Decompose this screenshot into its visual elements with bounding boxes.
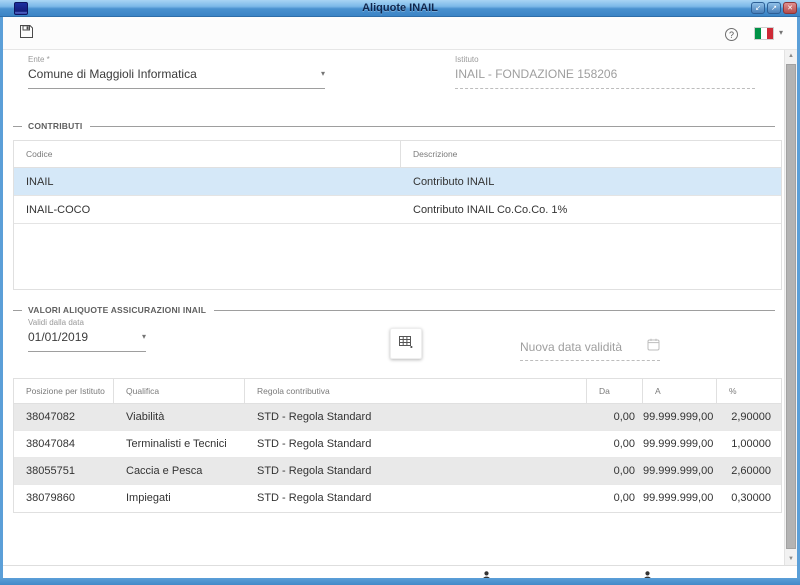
cell-percentuale: 2,90000 — [717, 404, 781, 430]
cell-a: 99.999.999,00 — [643, 431, 717, 457]
cell-regola: STD - Regola Standard — [245, 458, 587, 484]
cell-percentuale: 1,00000 — [717, 431, 781, 457]
cell-a: 99.999.999,00 — [643, 485, 717, 512]
cell-qualifica: Terminalisti e Tecnici — [114, 431, 245, 457]
validi-dalla-data-select[interactable]: Validi dalla data 01/01/2019 ▾ — [28, 318, 146, 352]
validi-value: 01/01/2019 — [28, 330, 88, 344]
app-icon — [14, 2, 28, 15]
help-icon: ? — [725, 28, 738, 41]
vertical-scrollbar[interactable]: ▲ ▼ — [784, 50, 797, 565]
window-controls: ↙ ↗ ✕ — [751, 2, 797, 14]
scroll-up-arrow-icon[interactable]: ▲ — [785, 50, 797, 62]
istituto-field: Istituto INAIL - FONDAZIONE 158206 — [455, 55, 755, 89]
help-button[interactable]: ? — [725, 26, 738, 41]
legend-line — [214, 310, 775, 311]
titlebar: Aliquote INAIL ↙ ↗ ✕ — [0, 0, 800, 17]
table-row-inail[interactable]: INAIL Contributo INAIL — [14, 168, 781, 196]
dropdown-caret-icon: ▾ — [142, 333, 146, 341]
floppy-save-icon — [19, 24, 34, 42]
legend-line — [13, 126, 22, 127]
aliquote-table-header: Posizione per Istituto Qualifica Regola … — [14, 379, 781, 404]
istituto-label: Istituto — [455, 55, 755, 64]
cell-da: 0,00 — [587, 431, 643, 457]
legend-title: VALORI ALIQUOTE ASSICURAZIONI INAIL — [28, 305, 206, 315]
table-grid-icon — [399, 336, 413, 352]
grid-view-button[interactable] — [390, 328, 422, 359]
cell-posizione: 38047084 — [14, 431, 114, 457]
window-title: Aliquote INAIL — [0, 2, 800, 14]
chevron-down-icon: ▾ — [779, 29, 783, 37]
cell-codice: INAIL-COCO — [14, 196, 401, 223]
cell-posizione: 38079860 — [14, 485, 114, 512]
table-row[interactable]: 38055751 Caccia e Pesca STD - Regola Sta… — [14, 458, 781, 485]
ente-select[interactable]: Ente * Comune di Maggioli Informatica ▾ — [28, 55, 325, 89]
column-header-percentuale: % — [717, 379, 781, 403]
legend-line — [13, 310, 22, 311]
scrollbar-thumb[interactable] — [786, 64, 796, 549]
cell-posizione: 38047082 — [14, 404, 114, 430]
close-window-button[interactable]: ✕ — [783, 2, 797, 14]
language-selector[interactable]: ▾ — [754, 27, 783, 40]
statusbar — [3, 565, 797, 578]
cell-da: 0,00 — [587, 458, 643, 484]
window-bottom-border — [0, 578, 800, 585]
window-aliquote-inail: Aliquote INAIL ↙ ↗ ✕ ? ▾ — [0, 0, 800, 585]
cell-regola: STD - Regola Standard — [245, 485, 587, 512]
scroll-down-arrow-icon[interactable]: ▼ — [785, 553, 797, 565]
column-header-da: Da — [587, 379, 643, 403]
istituto-value: INAIL - FONDAZIONE 158206 — [455, 67, 617, 81]
cell-descrizione: Contributo INAIL — [401, 168, 781, 195]
cell-qualifica: Impiegati — [114, 485, 245, 512]
contributi-table: Codice Descrizione INAIL Contributo INAI… — [13, 140, 782, 290]
column-header-descrizione: Descrizione — [401, 141, 781, 168]
italian-flag-icon — [754, 27, 774, 40]
cell-codice: INAIL — [14, 168, 401, 195]
table-row[interactable]: 38047084 Terminalisti e Tecnici STD - Re… — [14, 431, 781, 458]
toolbar: ? ▾ — [3, 17, 797, 50]
restore-icon: ↙ — [755, 5, 761, 12]
table-row[interactable]: 38047082 Viabilità STD - Regola Standard… — [14, 404, 781, 431]
cell-da: 0,00 — [587, 404, 643, 430]
restore-window-button[interactable]: ↙ — [751, 2, 765, 14]
legend-title: CONTRIBUTI — [28, 121, 82, 131]
maximize-icon: ↗ — [771, 5, 777, 12]
cell-descrizione: Contributo INAIL Co.Co.Co. 1% — [401, 196, 781, 223]
ente-label: Ente * — [28, 55, 325, 64]
table-row-inail-coco[interactable]: INAIL-COCO Contributo INAIL Co.Co.Co. 1% — [14, 196, 781, 224]
column-header-qualifica: Qualifica — [114, 379, 245, 403]
contributi-table-header: Codice Descrizione — [14, 141, 781, 168]
ente-value: Comune di Maggioli Informatica — [28, 67, 197, 81]
cell-qualifica: Caccia e Pesca — [114, 458, 245, 484]
contributi-section-legend: CONTRIBUTI — [13, 121, 775, 131]
aliquote-table: Posizione per Istituto Qualifica Regola … — [13, 378, 782, 513]
content-area: Ente * Comune di Maggioli Informatica ▾ … — [3, 50, 797, 565]
maximize-window-button[interactable]: ↗ — [767, 2, 781, 14]
cell-regola: STD - Regola Standard — [245, 431, 587, 457]
cell-da: 0,00 — [587, 485, 643, 512]
column-header-regola: Regola contributiva — [245, 379, 587, 403]
column-header-posizione: Posizione per Istituto — [14, 379, 114, 403]
valori-section-legend: VALORI ALIQUOTE ASSICURAZIONI INAIL — [13, 305, 775, 315]
calendar-icon — [647, 338, 660, 356]
cell-qualifica: Viabilità — [114, 404, 245, 430]
nuova-data-placeholder: Nuova data validità — [520, 340, 622, 354]
column-header-a: A — [643, 379, 717, 403]
close-icon: ✕ — [787, 5, 793, 12]
cell-a: 99.999.999,00 — [643, 458, 717, 484]
dropdown-caret-icon: ▾ — [321, 70, 325, 78]
cell-regola: STD - Regola Standard — [245, 404, 587, 430]
cell-percentuale: 2,60000 — [717, 458, 781, 484]
column-header-codice: Codice — [14, 141, 401, 168]
validi-label: Validi dalla data — [28, 318, 146, 327]
save-button[interactable] — [17, 22, 36, 44]
cell-posizione: 38055751 — [14, 458, 114, 484]
table-row[interactable]: 38079860 Impiegati STD - Regola Standard… — [14, 485, 781, 512]
cell-a: 99.999.999,00 — [643, 404, 717, 430]
cell-percentuale: 0,30000 — [717, 485, 781, 512]
window-left-border — [0, 17, 3, 578]
nuova-data-validita-field: Nuova data validità — [520, 338, 660, 361]
legend-line — [90, 126, 775, 127]
